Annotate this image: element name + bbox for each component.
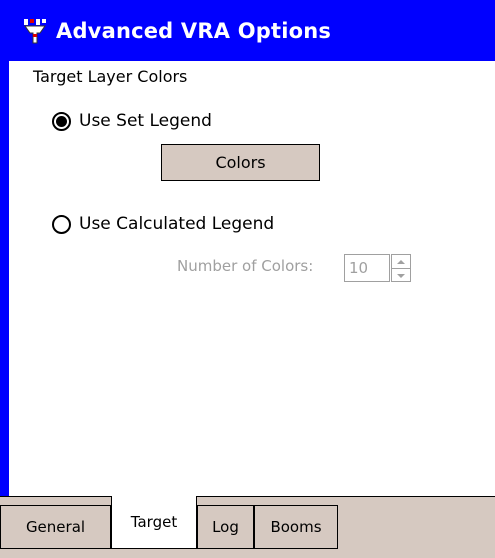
window-title: Advanced VRA Options [56, 18, 332, 43]
use-set-legend-option[interactable]: Use Set Legend [52, 111, 212, 131]
left-accent-bar [0, 61, 9, 496]
spin-down-icon[interactable] [392, 269, 410, 282]
tab-target[interactable]: Target [111, 496, 197, 549]
tab-log[interactable]: Log [197, 505, 254, 549]
number-of-colors-label: Number of Colors: [177, 257, 314, 275]
radio-selected-icon[interactable] [52, 111, 71, 131]
tab-booms[interactable]: Booms [254, 505, 338, 549]
title-bar: Advanced VRA Options [0, 0, 495, 61]
tab-bar: General Target Log Booms [0, 496, 495, 558]
colors-button[interactable]: Colors [161, 144, 320, 181]
section-label: Target Layer Colors [33, 67, 188, 86]
app-logo-icon [20, 16, 50, 46]
use-calculated-legend-label[interactable]: Use Calculated Legend [79, 214, 274, 234]
use-calculated-legend-option[interactable]: Use Calculated Legend [52, 214, 274, 234]
number-of-colors-field[interactable]: 10 [344, 254, 390, 282]
tab-general[interactable]: General [0, 505, 111, 549]
number-of-colors-stepper[interactable] [391, 254, 411, 282]
use-set-legend-label[interactable]: Use Set Legend [79, 111, 212, 131]
spin-up-icon[interactable] [392, 255, 410, 268]
radio-unselected-icon[interactable] [52, 214, 71, 234]
